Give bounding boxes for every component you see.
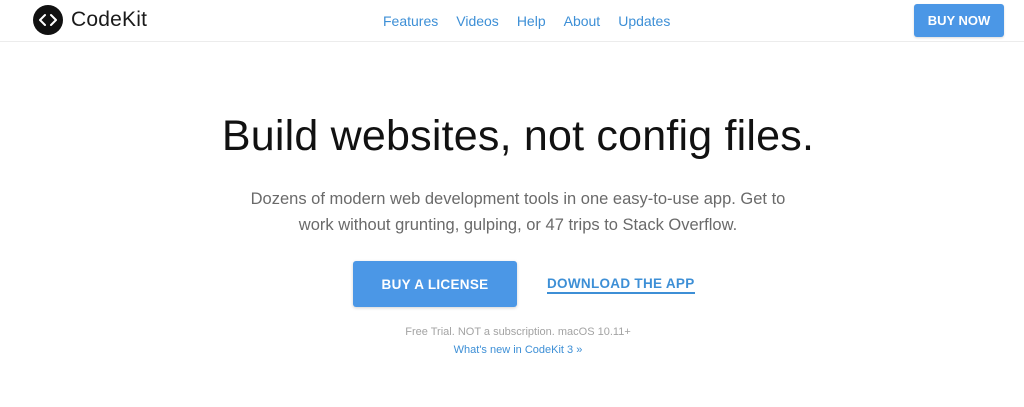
hero-subtitle: Dozens of modern web development tools i… xyxy=(250,190,786,234)
whats-new-container: What's new in CodeKit 3 » xyxy=(0,344,1024,356)
nav-item-videos[interactable]: Videos xyxy=(456,13,499,29)
download-app-link[interactable]: DOWNLOAD THE APP xyxy=(547,276,695,294)
whats-new-link[interactable]: What's new in CodeKit 3 » xyxy=(454,344,583,356)
brand-name: CodeKit xyxy=(71,8,148,31)
code-brackets-icon xyxy=(33,5,63,35)
buy-license-button[interactable]: BUY A LICENSE xyxy=(353,261,517,307)
nav-item-features[interactable]: Features xyxy=(383,13,438,29)
main-nav: Features Videos Help About Updates xyxy=(383,13,688,29)
site-header: CodeKit Features Videos Help About Updat… xyxy=(0,0,1024,42)
buy-now-button[interactable]: BUY NOW xyxy=(914,4,1004,37)
trial-note: Free Trial. NOT a subscription. macOS 10… xyxy=(405,326,631,338)
hero-title: Build websites, not config files. xyxy=(221,112,815,160)
brand-logo[interactable]: CodeKit xyxy=(33,5,147,35)
nav-item-about[interactable]: About xyxy=(564,13,601,29)
nav-item-updates[interactable]: Updates xyxy=(618,13,670,29)
nav-item-help[interactable]: Help xyxy=(517,13,546,29)
